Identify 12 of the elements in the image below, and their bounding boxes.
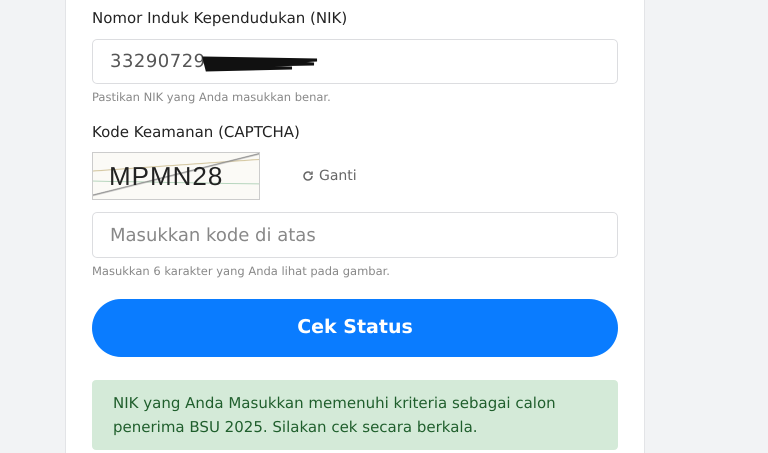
field-hint: Masukkan 6 karakter yang Anda lihat pada gambar. bbox=[92, 263, 391, 280]
nik-input-field[interactable]: 33290729 bbox=[92, 39, 618, 84]
refresh-icon bbox=[302, 170, 314, 182]
captcha-input-field[interactable]: Masukkan kode di atas bbox=[92, 212, 618, 258]
refresh-captcha-button[interactable]: Ganti bbox=[302, 166, 357, 187]
field-label: Nomor Induk Kependudukan (NIK) bbox=[92, 8, 348, 28]
check-status-button[interactable]: Cek Status bbox=[92, 298, 618, 356]
alert-message: NIK yang Anda Masukkan memenuhi kriteria sebagai calon penerima BSU 2025. Silakan cek secara berkala. bbox=[113, 392, 557, 438]
field-hint: Pastikan NIK yang Anda masukkan benar. bbox=[92, 89, 332, 106]
nik-value: 33290729 bbox=[110, 50, 206, 74]
captcha-text: MPMN28 bbox=[109, 160, 224, 193]
field-label: Kode Keamanan (CAPTCHA) bbox=[92, 122, 301, 142]
